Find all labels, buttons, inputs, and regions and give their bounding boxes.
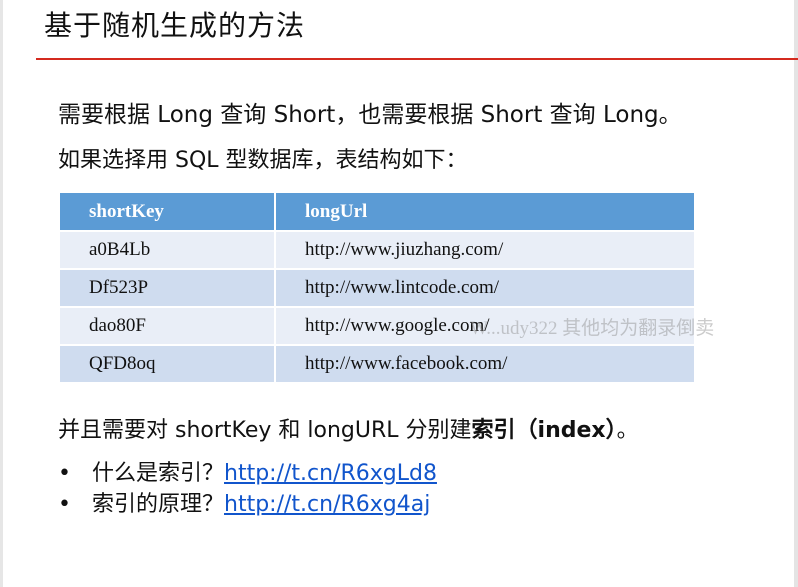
index-line-prefix: 并且需要对 shortKey 和 longURL 分别建 (58, 418, 472, 443)
right-edge (794, 0, 798, 587)
index-line-suffix: 。 (616, 418, 639, 443)
index-what-link[interactable]: http://t.cn/R6xgLd8 (224, 461, 437, 486)
watermark-text: W...udy322 其他均为翻录倒卖 (470, 318, 715, 339)
table-row: a0B4Lb http://www.jiuzhang.com/ (60, 231, 694, 270)
index-principle-link[interactable]: http://t.cn/R6xg4aj (224, 492, 430, 517)
cell-shortkey: QFD8oq (60, 345, 276, 384)
bullet-list: • 什么是索引？http://t.cn/R6xgLd8 • 索引的原理？http:/… (58, 458, 437, 520)
cell-shortkey: a0B4Lb (60, 231, 276, 270)
slide-title: 基于随机生成的方法 (44, 9, 306, 42)
bullet-item: • 索引的原理？http://t.cn/R6xg4aj (58, 489, 437, 520)
table-row: Df523P http://www.lintcode.com/ (60, 269, 694, 308)
bullet-text: 什么是索引？ (92, 461, 225, 486)
title-underline (36, 58, 798, 60)
bullet-dot: • (58, 492, 71, 517)
cell-longurl: http://www.facebook.com/ (275, 345, 694, 384)
cell-longurl: http://www.jiuzhang.com/ (275, 231, 694, 270)
intro-line-2: 如果选择用 SQL 型数据库，表结构如下： (58, 148, 468, 173)
cell-shortkey: Df523P (60, 269, 276, 308)
index-line-bold: 索引（index） (471, 418, 617, 443)
schema-table: shortKey longUrl a0B4Lb http://www.jiuzh… (60, 193, 694, 384)
header-shortkey: shortKey (60, 193, 276, 232)
bullet-item: • 什么是索引？http://t.cn/R6xgLd8 (58, 458, 437, 489)
cell-shortkey: dao80F (60, 307, 276, 346)
intro-line-1: 需要根据 Long 查询 Short，也需要根据 Short 查询 Long。 (58, 102, 682, 128)
index-line: 并且需要对 shortKey 和 longURL 分别建索引（index）。 (58, 416, 639, 446)
left-edge (0, 0, 3, 587)
cell-longurl: http://www.lintcode.com/ (275, 269, 694, 308)
bullet-text: 索引的原理？ (92, 492, 225, 517)
table-header-row: shortKey longUrl (60, 193, 694, 232)
header-longurl: longUrl (275, 193, 694, 232)
bullet-dot: • (58, 461, 71, 486)
table-row: QFD8oq http://www.facebook.com/ (60, 345, 694, 384)
